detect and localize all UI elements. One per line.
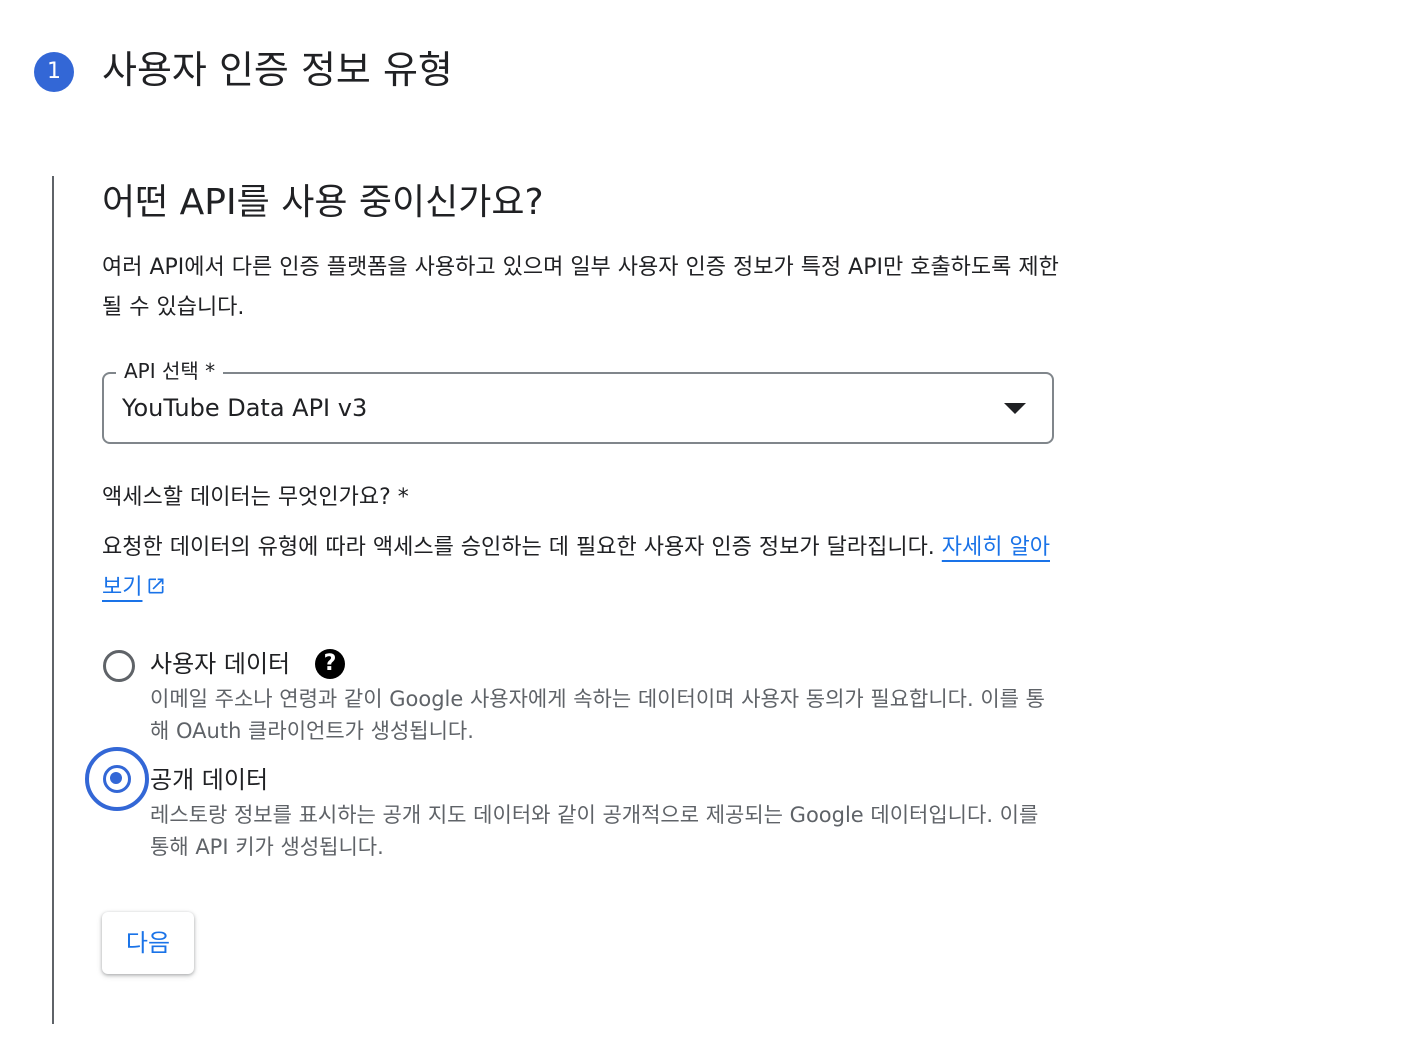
data-question-description-text: 요청한 데이터의 유형에 따라 액세스를 승인하는 데 필요한 사용자 인증 정… bbox=[102, 535, 942, 560]
api-section-heading: 어떤 API를 사용 중이신가요? bbox=[102, 182, 544, 223]
data-question-description: 요청한 데이터의 유형에 따라 액세스를 승인하는 데 필요한 사용자 인증 정… bbox=[102, 528, 1062, 608]
data-question-label: 액세스할 데이터는 무엇인가요? * bbox=[102, 485, 409, 510]
radio-user-data[interactable] bbox=[103, 650, 135, 682]
radio-selected-dot bbox=[110, 772, 122, 784]
api-select-value: YouTube Data API v3 bbox=[122, 394, 368, 422]
step-title: 사용자 인증 정보 유형 bbox=[102, 48, 453, 92]
api-select-dropdown[interactable]: API 선택 * YouTube Data API v3 bbox=[102, 355, 1054, 444]
question-circle-icon[interactable]: ? bbox=[315, 649, 345, 679]
step-number-badge: 1 bbox=[34, 52, 74, 92]
step-connector-line bbox=[52, 176, 54, 1024]
option-label-public-data[interactable]: 공개 데이터 bbox=[150, 762, 268, 798]
radio-public-data[interactable] bbox=[103, 765, 131, 793]
api-section-description: 여러 API에서 다른 인증 플랫폼을 사용하고 있으며 일부 사용자 인증 정… bbox=[102, 255, 1059, 320]
option-description-public-data: 레스토랑 정보를 표시하는 공개 지도 데이터와 같이 공개적으로 제공되는 G… bbox=[150, 803, 1039, 859]
option-description-user-data: 이메일 주소나 연령과 같이 Google 사용자에게 속하는 데이터이며 사용… bbox=[150, 687, 1045, 743]
dropdown-arrow-icon bbox=[1004, 403, 1026, 414]
api-select-label: API 선택 * bbox=[116, 355, 224, 387]
next-button[interactable]: 다음 bbox=[102, 912, 194, 974]
option-label-user-data[interactable]: 사용자 데이터 bbox=[150, 646, 290, 682]
external-link-icon bbox=[148, 578, 164, 594]
